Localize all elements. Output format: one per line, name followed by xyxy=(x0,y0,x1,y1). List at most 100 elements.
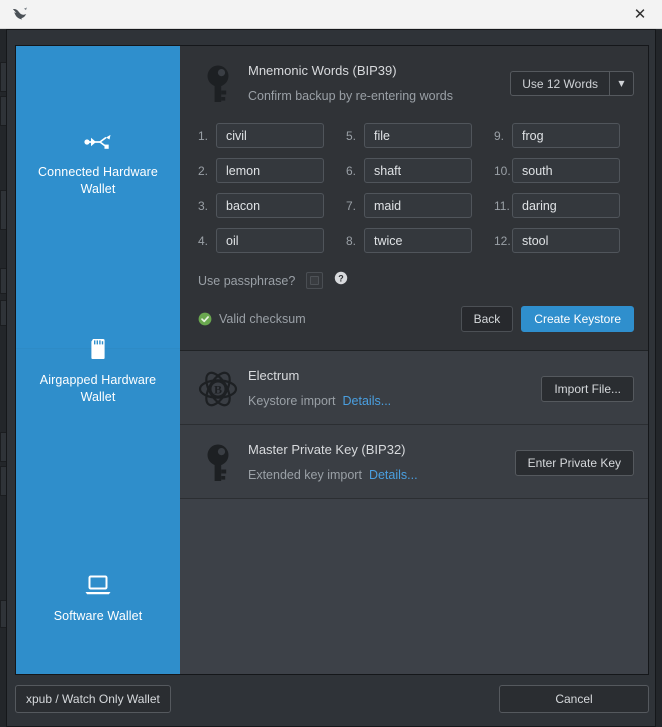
word-entry: 2. lemon xyxy=(190,158,338,183)
mnemonic-section: Mnemonic Words (BIP39) Confirm backup by… xyxy=(180,46,648,351)
word-number: 5. xyxy=(338,129,364,143)
word-entry: 11. daring xyxy=(486,193,634,218)
word-input-4[interactable]: oil xyxy=(216,228,324,253)
word-entry: 4. oil xyxy=(190,228,338,253)
word-entry: 9. frog xyxy=(486,123,634,148)
checksum-status-text: Valid checksum xyxy=(219,312,306,326)
sidebar-item-connected-hardware-wallet[interactable]: Connected Hardware Wallet xyxy=(16,132,180,198)
word-entry: 10. south xyxy=(486,158,634,183)
word-input-5[interactable]: file xyxy=(364,123,472,148)
master-key-subtitle: Extended key import Details... xyxy=(248,466,505,484)
close-window-button[interactable]: ✕ xyxy=(618,0,662,29)
word-entry: 6. shaft xyxy=(338,158,486,183)
dialog-body: Connected Hardware Wallet Airgapped Hard… xyxy=(15,45,649,675)
import-file-button[interactable]: Import File... xyxy=(541,376,634,402)
usb-icon xyxy=(83,132,113,157)
electrum-action: Import File... xyxy=(531,376,634,402)
electrum-header: B Electrum Keystore import Details... Im… xyxy=(180,351,648,424)
laptop-icon xyxy=(83,574,113,601)
key-icon xyxy=(196,64,240,104)
sidebar-item-label: Airgapped Hardware Wallet xyxy=(16,372,180,406)
word-number: 1. xyxy=(190,129,216,143)
word-input-10[interactable]: south xyxy=(512,158,620,183)
key-icon xyxy=(196,443,240,483)
mnemonic-title: Mnemonic Words (BIP39) xyxy=(248,62,500,80)
passphrase-toggle[interactable] xyxy=(306,272,323,289)
word-entry: 12. stool xyxy=(486,228,634,253)
mnemonic-subtitle: Confirm backup by re-entering words xyxy=(248,87,500,105)
keystore-source-list: Mnemonic Words (BIP39) Confirm backup by… xyxy=(180,46,648,674)
window-titlebar: ✕ xyxy=(0,0,662,29)
word-number: 11. xyxy=(486,199,512,213)
cancel-button[interactable]: Cancel xyxy=(499,685,649,713)
word-number: 8. xyxy=(338,234,364,248)
master-private-key-section[interactable]: Master Private Key (BIP32) Extended key … xyxy=(180,425,648,499)
mnemonic-subtitle-text: Confirm backup by re-entering words xyxy=(248,87,453,105)
word-input-12[interactable]: stool xyxy=(512,228,620,253)
word-input-2[interactable]: lemon xyxy=(216,158,324,183)
create-keystore-button[interactable]: Create Keystore xyxy=(521,306,634,332)
word-input-1[interactable]: civil xyxy=(216,123,324,148)
master-key-details-link[interactable]: Details... xyxy=(369,466,418,484)
xpub-watch-only-wallet-button[interactable]: xpub / Watch Only Wallet xyxy=(15,685,171,713)
mnemonic-words-grid: 1. civil 5. file 9. frog 2. lemon xyxy=(180,119,648,253)
master-key-header: Master Private Key (BIP32) Extended key … xyxy=(180,425,648,498)
sdcard-icon xyxy=(89,338,107,365)
empty-list-area xyxy=(180,499,648,674)
word-input-6[interactable]: shaft xyxy=(364,158,472,183)
master-key-text: Master Private Key (BIP32) Extended key … xyxy=(240,441,505,484)
enter-private-key-button[interactable]: Enter Private Key xyxy=(515,450,634,476)
master-key-action: Enter Private Key xyxy=(505,450,634,476)
wallet-type-sidebar: Connected Hardware Wallet Airgapped Hard… xyxy=(16,46,180,674)
sidebar-item-label: Connected Hardware Wallet xyxy=(16,164,180,198)
word-entry: 3. bacon xyxy=(190,193,338,218)
word-entry: 7. maid xyxy=(338,193,486,218)
master-key-subtitle-text: Extended key import xyxy=(248,466,362,484)
check-circle-icon xyxy=(198,312,212,326)
svg-text:?: ? xyxy=(339,273,345,283)
word-input-7[interactable]: maid xyxy=(364,193,472,218)
mnemonic-text: Mnemonic Words (BIP39) Confirm backup by… xyxy=(240,62,500,105)
master-key-title: Master Private Key (BIP32) xyxy=(248,441,505,459)
dialog-footer: xpub / Watch Only Wallet Cancel xyxy=(15,684,649,714)
svg-text:B: B xyxy=(214,382,222,396)
word-number: 10. xyxy=(486,164,512,178)
electrum-title: Electrum xyxy=(248,367,531,385)
toggle-knob xyxy=(310,276,319,285)
passphrase-help-icon[interactable]: ? xyxy=(334,271,348,290)
word-entry: 8. twice xyxy=(338,228,486,253)
passphrase-row: Use passphrase? ? xyxy=(180,253,648,290)
mnemonic-actions: Back Create Keystore xyxy=(461,306,634,332)
electrum-section[interactable]: B Electrum Keystore import Details... Im… xyxy=(180,351,648,425)
checksum-status: Valid checksum xyxy=(198,312,306,326)
word-count-dropdown[interactable]: Use 12 Words ▼ xyxy=(510,71,634,96)
word-count-label: Use 12 Words xyxy=(511,72,609,95)
sidebar-item-airgapped-hardware-wallet[interactable]: Airgapped Hardware Wallet xyxy=(16,338,180,406)
chevron-down-icon[interactable]: ▼ xyxy=(609,72,633,95)
word-entry: 1. civil xyxy=(190,123,338,148)
new-keystore-dialog: Connected Hardware Wallet Airgapped Hard… xyxy=(6,29,656,727)
word-number: 6. xyxy=(338,164,364,178)
word-input-11[interactable]: daring xyxy=(512,193,620,218)
word-count-action: Use 12 Words ▼ xyxy=(500,71,634,96)
sidebar-item-label: Software Wallet xyxy=(38,608,159,625)
word-number: 12. xyxy=(486,234,512,248)
passphrase-label: Use passphrase? xyxy=(198,274,295,288)
electrum-text: Electrum Keystore import Details... xyxy=(240,367,531,410)
electrum-details-link[interactable]: Details... xyxy=(343,392,392,410)
electrum-atom-icon: B xyxy=(196,369,240,409)
word-input-8[interactable]: twice xyxy=(364,228,472,253)
word-input-9[interactable]: frog xyxy=(512,123,620,148)
electrum-subtitle-text: Keystore import xyxy=(248,392,336,410)
word-number: 2. xyxy=(190,164,216,178)
word-number: 7. xyxy=(338,199,364,213)
checksum-row: Valid checksum Back Create Keystore xyxy=(180,290,648,350)
sidebar-item-software-wallet[interactable]: Software Wallet xyxy=(16,574,180,625)
word-input-3[interactable]: bacon xyxy=(216,193,324,218)
sparrow-bird-icon xyxy=(10,4,30,24)
word-entry: 5. file xyxy=(338,123,486,148)
back-button[interactable]: Back xyxy=(461,306,514,332)
electrum-subtitle: Keystore import Details... xyxy=(248,392,531,410)
word-number: 3. xyxy=(190,199,216,213)
mnemonic-header: Mnemonic Words (BIP39) Confirm backup by… xyxy=(180,46,648,119)
